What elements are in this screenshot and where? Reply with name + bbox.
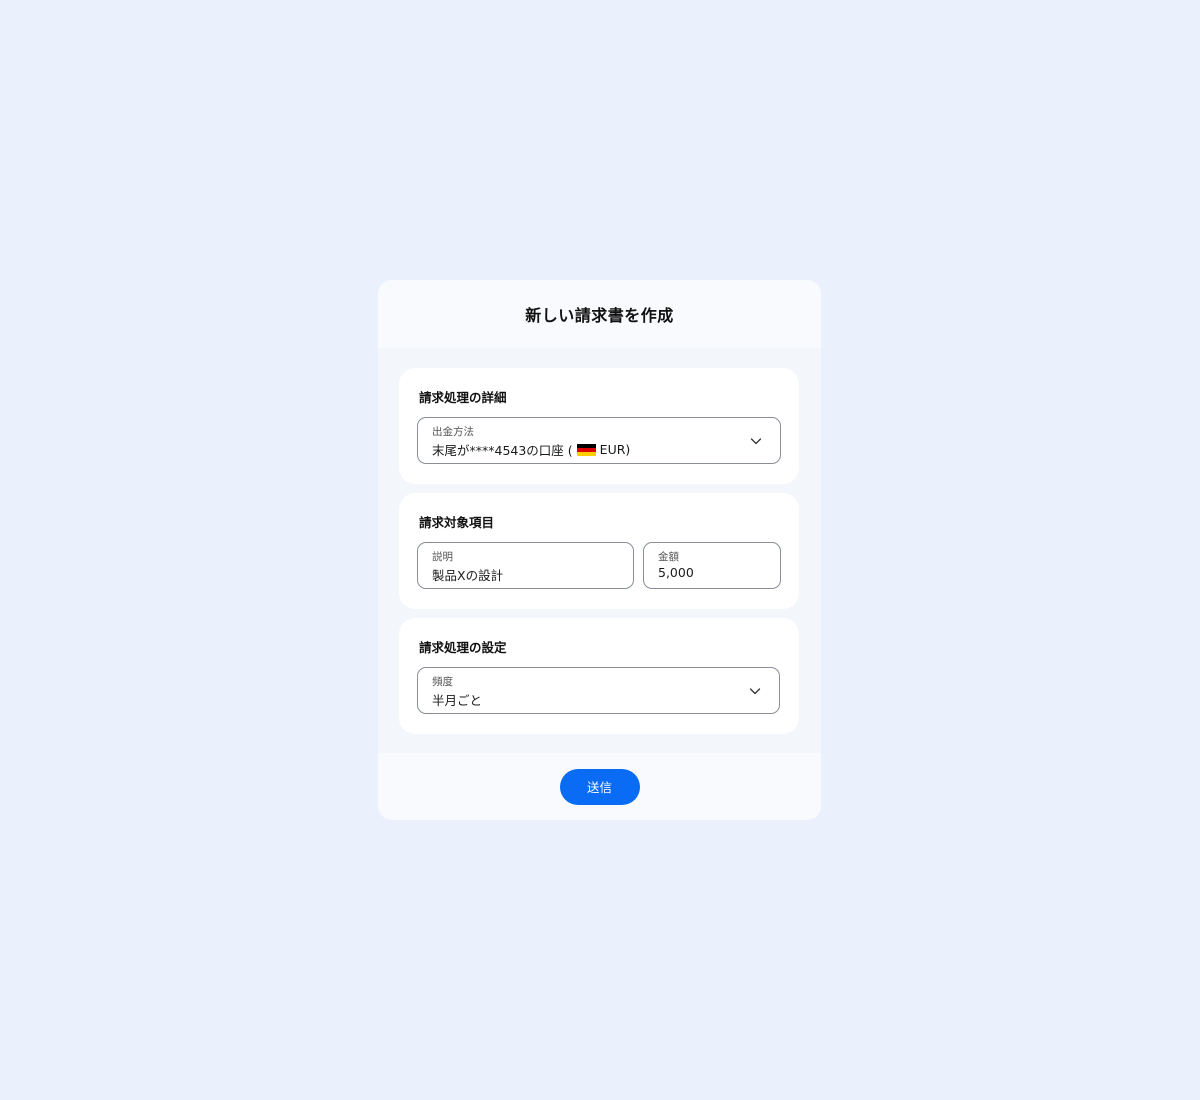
frequency-label: 頻度 xyxy=(432,676,453,688)
billing-items-section: 請求対象項目 説明 製品Xの設計 金額 5,000 xyxy=(399,493,799,609)
billing-settings-section: 請求処理の設定 頻度 半月ごと xyxy=(399,618,799,734)
chevron-down-icon xyxy=(749,688,761,695)
amount-input[interactable]: 金額 5,000 xyxy=(643,542,781,589)
payout-method-value: 末尾が****4543の口座 ( EUR) xyxy=(432,440,630,459)
payout-currency-text: EUR) xyxy=(599,442,631,457)
dialog-title: 新しい請求書を作成 xyxy=(525,306,674,325)
chevron-down-icon xyxy=(750,438,762,445)
create-invoice-dialog: 新しい請求書を作成 請求処理の詳細 出金方法 末尾が****4543の口座 ( … xyxy=(378,280,821,820)
germany-flag-icon xyxy=(576,443,596,456)
billing-details-section: 請求処理の詳細 出金方法 末尾が****4543の口座 ( EUR) xyxy=(399,368,799,484)
dialog-footer: 送信 xyxy=(378,753,821,820)
payout-account-text: 末尾が****4543の口座 ( xyxy=(432,443,573,458)
description-label: 説明 xyxy=(432,551,453,563)
billing-items-title: 請求対象項目 xyxy=(419,515,495,530)
frequency-value: 半月ごと xyxy=(432,693,483,708)
payout-method-select[interactable]: 出金方法 末尾が****4543の口座 ( EUR) xyxy=(417,417,781,464)
billing-details-title: 請求処理の詳細 xyxy=(419,390,507,405)
frequency-select[interactable]: 頻度 半月ごと xyxy=(417,667,780,714)
billing-settings-title: 請求処理の設定 xyxy=(419,640,507,655)
description-value: 製品Xの設計 xyxy=(432,568,504,583)
description-input[interactable]: 説明 製品Xの設計 xyxy=(417,542,634,589)
amount-value: 5,000 xyxy=(658,565,694,580)
submit-button[interactable]: 送信 xyxy=(559,768,640,805)
payout-method-label: 出金方法 xyxy=(432,426,474,438)
amount-label: 金額 xyxy=(658,551,679,563)
dialog-header: 新しい請求書を作成 xyxy=(378,280,821,348)
